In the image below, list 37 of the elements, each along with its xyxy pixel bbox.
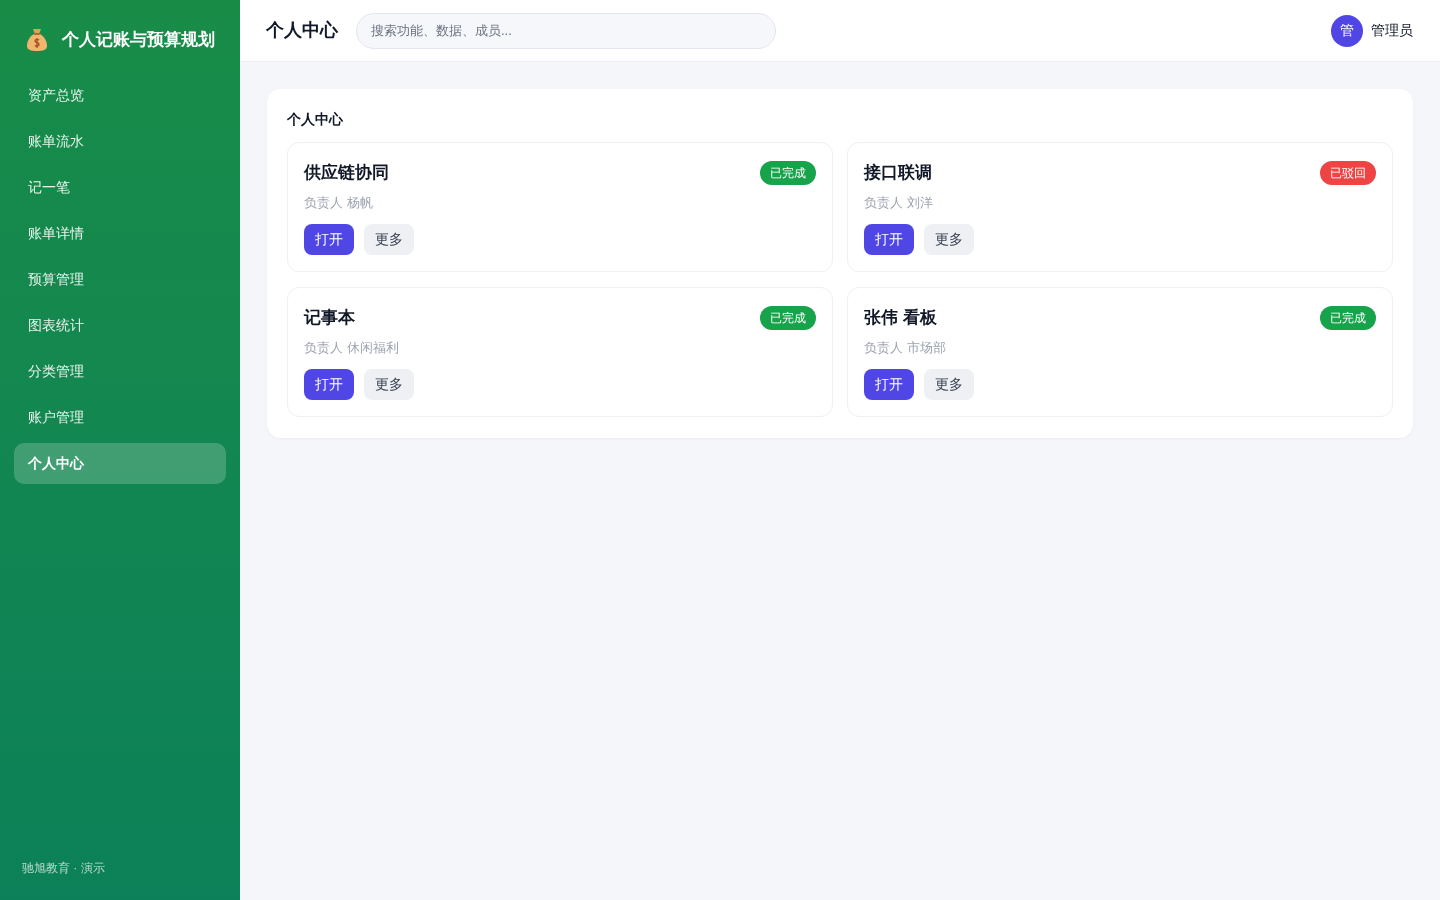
more-button[interactable]: 更多 — [924, 369, 974, 400]
status-badge: 已完成 — [760, 306, 816, 330]
panel-title: 个人中心 — [287, 110, 344, 129]
open-button[interactable]: 打开 — [864, 369, 914, 400]
nav-item[interactable]: 账户管理 — [14, 397, 226, 438]
nav-item[interactable]: 分类管理 — [14, 351, 226, 392]
owner-text: 负责人 杨帆 — [304, 194, 374, 212]
nav-item[interactable]: 记一笔 — [14, 167, 226, 208]
open-button[interactable]: 打开 — [304, 224, 354, 255]
more-button[interactable]: 更多 — [364, 369, 414, 400]
nav-item[interactable]: 预算管理 — [14, 259, 226, 300]
status-badge: 已驳回 — [1320, 161, 1376, 185]
more-button[interactable]: 更多 — [924, 224, 974, 255]
nav-item[interactable]: 个人中心 — [14, 443, 226, 484]
card-title: 张伟 看板 — [864, 307, 937, 330]
card-title: 接口联调 — [864, 162, 932, 185]
owner-text: 负责人 刘洋 — [864, 194, 934, 212]
money-bag-icon — [26, 28, 48, 52]
nav-item[interactable]: 资产总览 — [14, 75, 226, 116]
status-badge: 已完成 — [760, 161, 816, 185]
user-avatar[interactable]: 管 — [1331, 14, 1363, 47]
user-name: 管理员 — [1371, 21, 1413, 40]
nav-item[interactable]: 账单详情 — [14, 213, 226, 254]
status-badge: 已完成 — [1320, 306, 1376, 330]
nav-item[interactable]: 账单流水 — [14, 121, 226, 162]
open-button[interactable]: 打开 — [304, 369, 354, 400]
nav-item[interactable]: 图表统计 — [14, 305, 226, 346]
app-title: 个人记账与预算规划 — [62, 29, 215, 52]
footer-text: 驰旭教育 · 演示 — [22, 861, 105, 875]
search-field[interactable]: 搜索功能、数据、成员... — [356, 12, 776, 49]
card-title: 记事本 — [304, 307, 355, 330]
page-title: 个人中心 — [266, 19, 338, 42]
owner-text: 负责人 市场部 — [864, 339, 947, 357]
open-button[interactable]: 打开 — [864, 224, 914, 255]
more-button[interactable]: 更多 — [364, 224, 414, 255]
card-title: 供应链协同 — [304, 162, 389, 185]
owner-text: 负责人 休闲福利 — [304, 339, 400, 357]
